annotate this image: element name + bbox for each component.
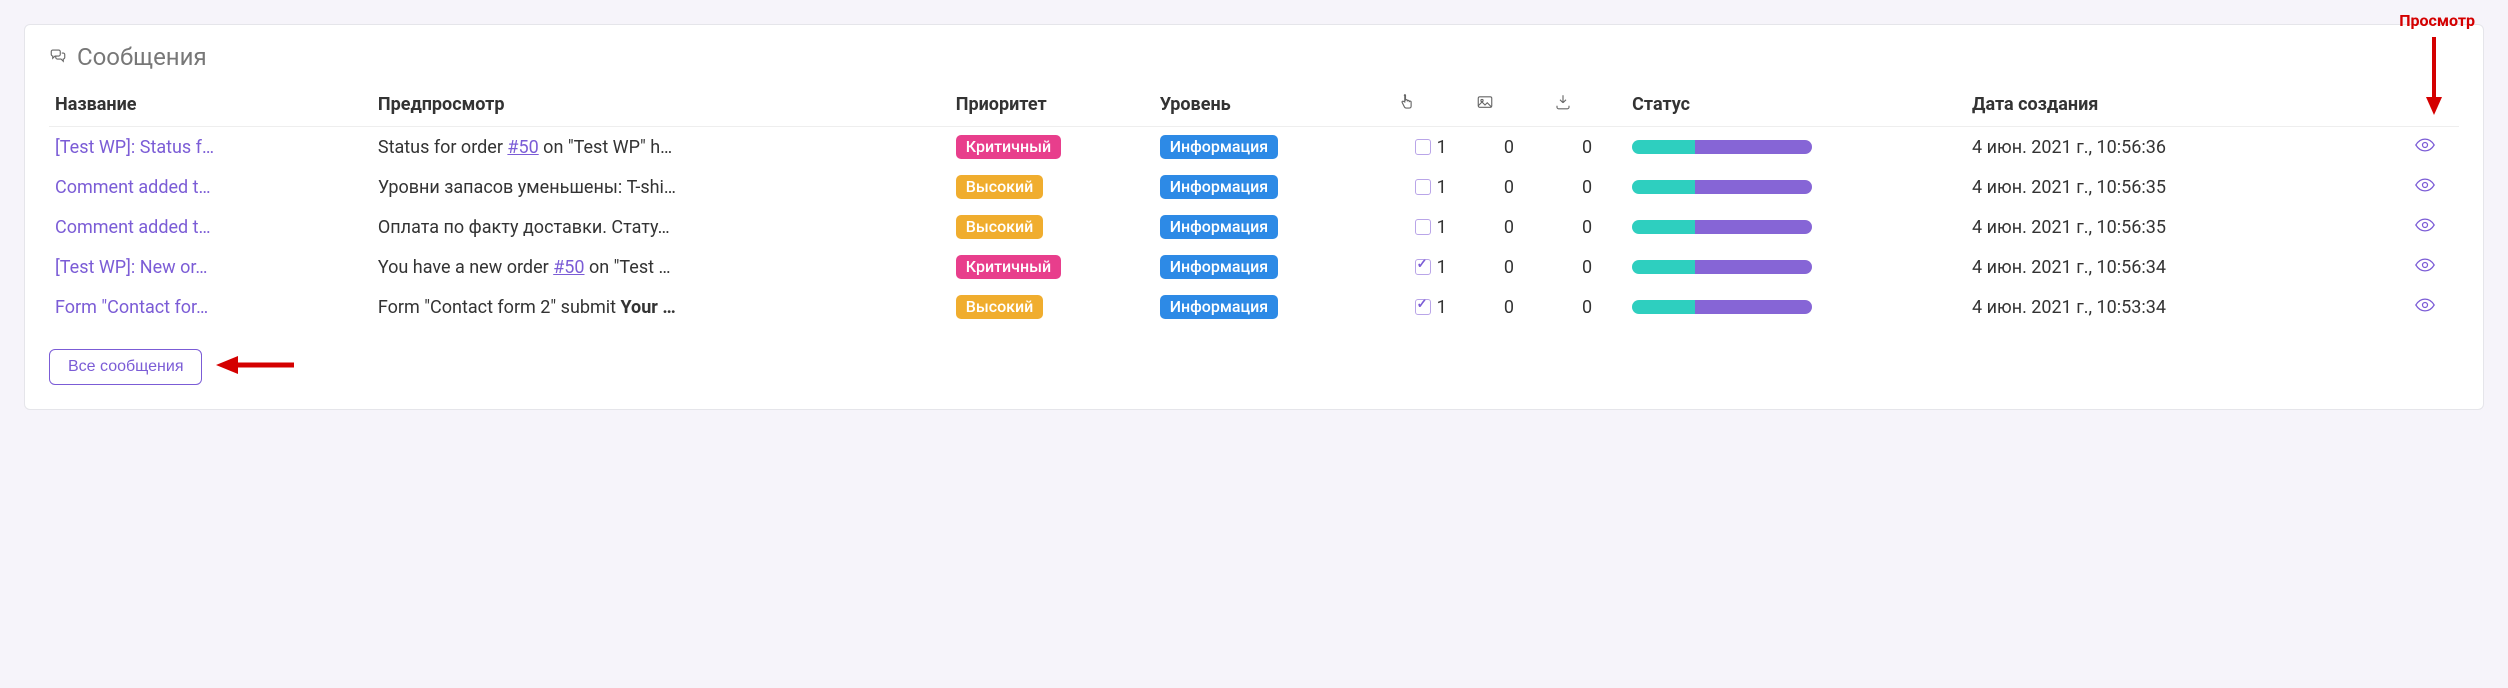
message-preview: You have a new order #50 on "Test … (372, 247, 950, 287)
messages-table: Название Предпросмотр Приоритет Уровень (49, 83, 2459, 327)
image-icon (1476, 95, 1494, 116)
message-title-link[interactable]: [Test WP]: Status f… (55, 137, 214, 158)
clicks-count: 1 (1437, 217, 1447, 238)
clicks-count: 1 (1437, 177, 1447, 198)
message-title-link[interactable]: [Test WP]: New or… (55, 257, 207, 278)
status-bar (1632, 220, 1812, 234)
created-date: 4 июн. 2021 г., 10:56:35 (1966, 207, 2391, 247)
col-images[interactable] (1470, 83, 1548, 127)
message-title-link[interactable]: Form "Contact for… (55, 297, 208, 318)
view-button[interactable] (2415, 257, 2435, 278)
chat-icon (49, 43, 67, 71)
col-priority[interactable]: Приоритет (950, 83, 1154, 127)
downloads-count: 0 (1548, 127, 1626, 168)
table-header-row: Название Предпросмотр Приоритет Уровень (49, 83, 2459, 127)
annotation-view-label: Просмотр (2399, 11, 2475, 30)
created-date: 4 июн. 2021 г., 10:56:36 (1966, 127, 2391, 168)
priority-badge: Высокий (956, 295, 1044, 319)
table-row: Comment added t… Оплата по факту доставки… (49, 207, 2459, 247)
messages-panel: Просмотр Сообщения Название Предпросмотр… (24, 24, 2484, 410)
clicks-checkbox[interactable] (1415, 179, 1431, 195)
clicks-count: 1 (1437, 297, 1447, 318)
col-view (2391, 83, 2459, 127)
preview-order-link[interactable]: #50 (553, 257, 584, 278)
clicks-checkbox[interactable] (1415, 219, 1431, 235)
level-badge: Информация (1160, 215, 1278, 239)
table-row: Comment added t… Уровни запасов уменьшены… (49, 167, 2459, 207)
downloads-count: 0 (1548, 247, 1626, 287)
all-messages-button[interactable]: Все сообщения (49, 349, 202, 385)
level-badge: Информация (1160, 175, 1278, 199)
table-row: [Test WP]: New or… You have a new order #… (49, 247, 2459, 287)
col-clicks[interactable] (1392, 83, 1470, 127)
view-button[interactable] (2415, 137, 2435, 158)
status-bar (1632, 180, 1812, 194)
images-count: 0 (1470, 167, 1548, 207)
message-preview: Оплата по факту доставки. Стату… (372, 207, 950, 247)
preview-order-link[interactable]: #50 (507, 137, 538, 158)
message-preview: Status for order #50 on "Test WP" h… (372, 127, 950, 168)
priority-badge: Высокий (956, 175, 1044, 199)
clicks-checkbox[interactable] (1415, 299, 1431, 315)
col-level[interactable]: Уровень (1154, 83, 1392, 127)
images-count: 0 (1470, 127, 1548, 168)
clicks-checkbox[interactable] (1415, 259, 1431, 275)
status-bar (1632, 260, 1812, 274)
pointer-icon (1398, 95, 1416, 116)
level-badge: Информация (1160, 255, 1278, 279)
status-bar (1632, 140, 1812, 154)
priority-badge: Критичный (956, 135, 1061, 159)
col-preview[interactable]: Предпросмотр (372, 83, 950, 127)
downloads-count: 0 (1548, 287, 1626, 327)
clicks-count: 1 (1437, 137, 1447, 158)
table-row: Form "Contact for… Form "Contact form 2" … (49, 287, 2459, 327)
table-row: [Test WP]: Status f… Status for order #50… (49, 127, 2459, 168)
priority-badge: Высокий (956, 215, 1044, 239)
view-button[interactable] (2415, 217, 2435, 238)
message-preview: Form "Contact form 2" submit Your … (372, 287, 950, 327)
col-downloads[interactable] (1548, 83, 1626, 127)
clicks-count: 1 (1437, 257, 1447, 278)
message-title-link[interactable]: Comment added t… (55, 177, 211, 198)
annotation-arrow-right (216, 352, 296, 383)
panel-title-text: Сообщения (77, 43, 207, 71)
message-preview: Уровни запасов уменьшены: T-shi… (372, 167, 950, 207)
downloads-count: 0 (1548, 167, 1626, 207)
created-date: 4 июн. 2021 г., 10:56:34 (1966, 247, 2391, 287)
message-title-link[interactable]: Comment added t… (55, 217, 211, 238)
download-icon (1554, 95, 1572, 116)
images-count: 0 (1470, 287, 1548, 327)
level-badge: Информация (1160, 295, 1278, 319)
status-bar (1632, 300, 1812, 314)
images-count: 0 (1470, 247, 1548, 287)
created-date: 4 июн. 2021 г., 10:53:34 (1966, 287, 2391, 327)
level-badge: Информация (1160, 135, 1278, 159)
downloads-count: 0 (1548, 207, 1626, 247)
view-button[interactable] (2415, 297, 2435, 318)
created-date: 4 июн. 2021 г., 10:56:35 (1966, 167, 2391, 207)
panel-title: Сообщения (49, 43, 2459, 71)
view-button[interactable] (2415, 177, 2435, 198)
col-created[interactable]: Дата создания (1966, 83, 2391, 127)
col-status[interactable]: Статус (1626, 83, 1966, 127)
priority-badge: Критичный (956, 255, 1061, 279)
clicks-checkbox[interactable] (1415, 139, 1431, 155)
images-count: 0 (1470, 207, 1548, 247)
col-title[interactable]: Название (49, 83, 372, 127)
panel-footer: Все сообщения (49, 349, 2459, 385)
